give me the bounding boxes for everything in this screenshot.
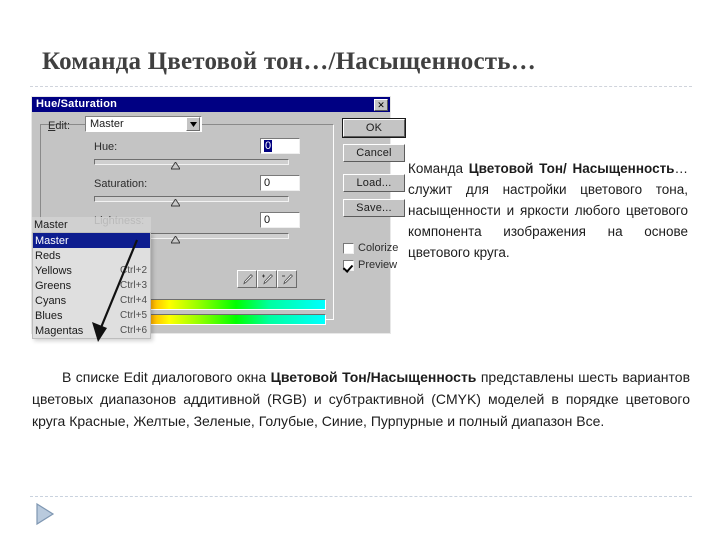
save-button[interactable]: Save... (343, 199, 405, 217)
hue-value: 0 (264, 140, 273, 152)
title-divider (30, 86, 692, 87)
saturation-slider-thumb[interactable] (171, 199, 180, 208)
footer-divider (30, 496, 692, 497)
close-icon[interactable]: ✕ (374, 98, 388, 111)
hue-slider-thumb[interactable] (171, 162, 180, 171)
dropdown-item-magentas[interactable]: Magentas Ctrl+6 (33, 323, 150, 338)
dropdown-item-label: Reds (35, 249, 61, 262)
dropdown-item-yellows[interactable]: Yellows Ctrl+2 (33, 263, 150, 278)
eyedropper-minus-tool-icon[interactable] (277, 270, 297, 288)
lightness-value: 0 (264, 214, 271, 226)
dropdown-item-label: Yellows (35, 264, 72, 277)
dialog-titlebar[interactable]: Hue/Saturation ✕ (32, 97, 390, 112)
lightness-value-input[interactable]: 0 (260, 212, 300, 228)
edit-label: Edit: (48, 120, 71, 132)
colorize-checkbox-row[interactable]: Colorize (343, 242, 398, 254)
colorize-checkbox[interactable] (343, 242, 354, 254)
side-text-part1: Команда (408, 161, 469, 176)
edit-dropdown-list[interactable]: Master Reds Yellows Ctrl+2 Greens Ctrl+3… (32, 232, 151, 339)
lightness-slider-thumb[interactable] (171, 236, 180, 245)
edit-dropdown-value: Master (90, 118, 124, 130)
dropdown-item-shortcut: Ctrl+3 (120, 280, 147, 291)
edit-dropdown[interactable]: Master (85, 116, 202, 132)
dialog-title: Hue/Saturation (36, 98, 118, 110)
dropdown-item-label: Magentas (35, 324, 84, 337)
dropdown-item-label: Blues (35, 309, 63, 322)
play-triangle-icon[interactable] (34, 502, 56, 526)
dropdown-item-shortcut: Ctrl+5 (120, 310, 147, 321)
dropdown-item-blues[interactable]: Blues Ctrl+5 (33, 308, 150, 323)
bottom-text-part1: В списке Edit диалогового окна (62, 369, 271, 385)
hue-label: Hue: (94, 141, 118, 153)
dropdown-item-reds[interactable]: Reds (33, 248, 150, 263)
saturation-value: 0 (264, 177, 271, 189)
hue-slider-track[interactable] (94, 159, 289, 165)
chevron-down-icon[interactable] (186, 117, 200, 131)
side-paragraph: Команда Цветовой Тон/ Насыщенность… служ… (408, 158, 688, 263)
side-text-bold: Цветовой Тон/ Насыщенность (468, 161, 675, 176)
bottom-text-bold: Цветовой Тон/Насыщенность (270, 369, 477, 385)
eyedropper-toolbar (237, 270, 297, 288)
preview-label: Preview (358, 259, 398, 271)
dropdown-item-shortcut: Ctrl+2 (120, 265, 147, 276)
colorize-label: Colorize (358, 242, 399, 254)
eyedropper-plus-tool-icon[interactable] (257, 270, 277, 288)
dropdown-item-shortcut: Ctrl+6 (120, 325, 147, 336)
dropdown-item-cyans[interactable]: Cyans Ctrl+4 (33, 293, 150, 308)
preview-checkbox[interactable] (343, 259, 354, 271)
page-title: Команда Цветовой тон…/Насыщенность… (42, 48, 536, 75)
dropdown-item-label: Master (35, 234, 69, 247)
eyedropper-tool-icon[interactable] (237, 270, 257, 288)
dropdown-item-greens[interactable]: Greens Ctrl+3 (33, 278, 150, 293)
saturation-slider-track[interactable] (94, 196, 289, 202)
bottom-paragraph: В списке Edit диалогового окна Цветовой … (32, 366, 690, 432)
dropdown-item-shortcut: Ctrl+4 (120, 295, 147, 306)
dropdown-preview-item: Master (32, 217, 151, 232)
hue-value-input[interactable]: 0 (260, 138, 300, 154)
dropdown-item-master[interactable]: Master (33, 233, 150, 248)
load-button[interactable]: Load... (343, 174, 405, 192)
dropdown-item-label: Greens (35, 279, 72, 292)
saturation-label: Saturation: (94, 178, 148, 190)
cancel-button[interactable]: Cancel (343, 144, 405, 162)
dropdown-item-label: Cyans (35, 294, 67, 307)
ok-button[interactable]: OK (343, 119, 405, 137)
saturation-value-input[interactable]: 0 (260, 175, 300, 191)
preview-checkbox-row[interactable]: Preview (343, 259, 397, 271)
hue-saturation-dialog: Hue/Saturation ✕ Edit: Master Hue: 0 Sat… (31, 96, 405, 342)
dialog-body: Edit: Master Hue: 0 Saturation: 0 0 OK C… (32, 112, 405, 342)
